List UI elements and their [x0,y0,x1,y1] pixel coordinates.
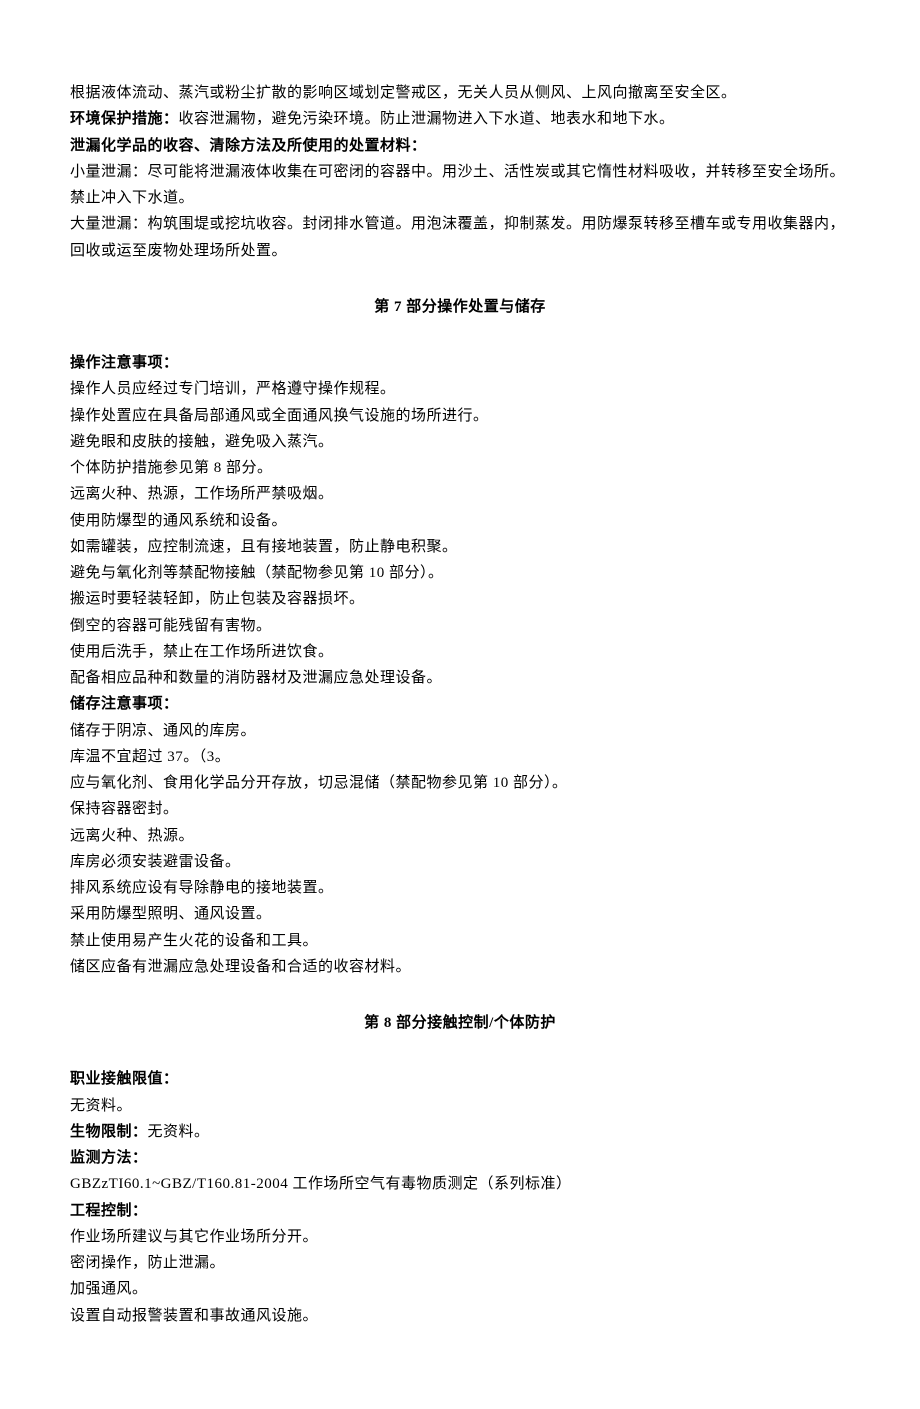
body-text: 搬运时要轻装轻卸，防止包装及容器损坏。 [70,586,850,612]
label-bio: 生物限制： [70,1124,148,1140]
section-8-title: 第 8 部分接触控制/个体防护 [70,1010,850,1036]
body-text: 远离火种、热源。 [70,823,850,849]
label-operation: 操作注意事项： [70,350,850,376]
label-storage: 储存注意事项： [70,691,850,717]
body-text: 倒空的容器可能残留有害物。 [70,613,850,639]
text-bio: 无资料。 [148,1124,210,1140]
body-text: 大量泄漏：构筑围堤或挖坑收容。封闭排水管道。用泡沫覆盖，抑制蒸发。用防爆泵转移至… [70,211,850,264]
body-text: 作业场所建议与其它作业场所分开。 [70,1224,850,1250]
body-text: 加强通风。 [70,1276,850,1302]
body-text: 小量泄漏：尽可能将泄漏液体收集在可密闭的容器中。用沙土、活性炭或其它惰性材料吸收… [70,159,850,212]
section-7-title: 第 7 部分操作处置与储存 [70,294,850,320]
body-text: 排风系统应设有导除静电的接地装置。 [70,875,850,901]
body-text: 密闭操作，防止泄漏。 [70,1250,850,1276]
label-spill: 泄漏化学品的收容、清除方法及所使用的处置材料： [70,133,850,159]
body-text: 无资料。 [70,1093,850,1119]
body-text: 根据液体流动、蒸汽或粉尘扩散的影响区域划定警戒区，无关人员从侧风、上风向撤离至安… [70,80,850,106]
body-text: 储区应备有泄漏应急处理设备和合适的收容材料。 [70,954,850,980]
body-text: 使用防爆型的通风系统和设备。 [70,508,850,534]
body-text: 操作处置应在具备局部通风或全面通风换气设施的场所进行。 [70,403,850,429]
body-text: 采用防爆型照明、通风设置。 [70,901,850,927]
body-text: 保持容器密封。 [70,796,850,822]
label-occupational: 职业接触限值： [70,1066,850,1092]
body-text: 避免眼和皮肤的接触，避免吸入蒸汽。 [70,429,850,455]
body-text: 库房必须安装避雷设备。 [70,849,850,875]
body-text: 如需罐装，应控制流速，且有接地装置，防止静电积聚。 [70,534,850,560]
body-text: 使用后洗手，禁止在工作场所进饮食。 [70,639,850,665]
body-text: 操作人员应经过专门培训，严格遵守操作规程。 [70,376,850,402]
body-text: 个体防护措施参见第 8 部分。 [70,455,850,481]
body-text: 禁止使用易产生火花的设备和工具。 [70,928,850,954]
body-text: 远离火种、热源，工作场所严禁吸烟。 [70,481,850,507]
body-text: GBZzTI60.1~GBZ/T160.81-2004 工作场所空气有毒物质测定… [70,1171,850,1197]
label-engineering: 工程控制： [70,1198,850,1224]
body-text: 库温不宜超过 37。（3。 [70,744,850,770]
body-text: 储存于阴凉、通风的库房。 [70,718,850,744]
body-text: 配备相应品种和数量的消防器材及泄漏应急处理设备。 [70,665,850,691]
body-text: 生物限制：无资料。 [70,1119,850,1145]
text-env: 收容泄漏物，避免污染环境。防止泄漏物进入下水道、地表水和地下水。 [179,111,675,127]
label-env: 环境保护措施： [70,111,179,127]
body-text: 避免与氧化剂等禁配物接触（禁配物参见第 10 部分）。 [70,560,850,586]
body-text: 应与氧化剂、食用化学品分开存放，切忌混储（禁配物参见第 10 部分）。 [70,770,850,796]
body-text: 设置自动报警装置和事故通风设施。 [70,1303,850,1329]
label-monitoring: 监测方法： [70,1145,850,1171]
body-text: 环境保护措施：收容泄漏物，避免污染环境。防止泄漏物进入下水道、地表水和地下水。 [70,106,850,132]
